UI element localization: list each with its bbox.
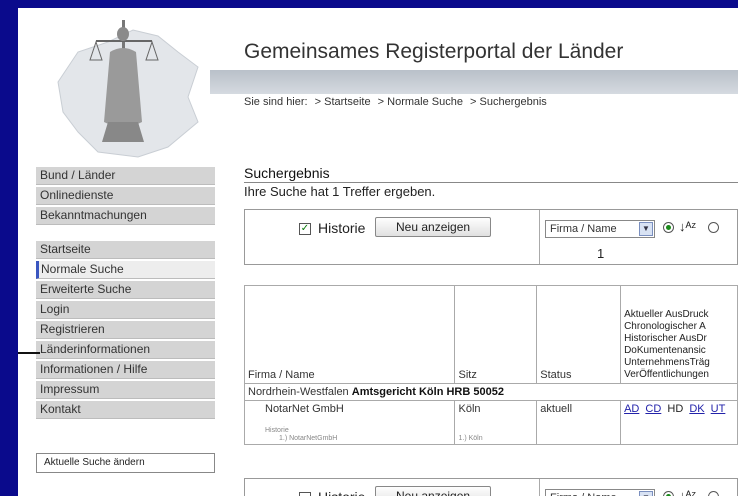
doc-link-ad[interactable]: AD xyxy=(624,403,639,415)
table-row: NotarNet GmbH Historie 1.) NotarNetGmbH … xyxy=(243,400,738,445)
page: Gemeinsames Registerportal der Länder Si… xyxy=(18,8,738,496)
sidebar-item-bekanntmachungen[interactable]: Bekanntmachungen xyxy=(36,207,215,225)
results-heading: Suchergebnis xyxy=(244,165,330,181)
toolbar-separator xyxy=(539,210,540,264)
column-header-status: Status xyxy=(536,285,622,384)
sitz-cell: Köln 1.) Köln xyxy=(454,400,538,445)
court-register: Amtsgericht Köln HRB 50052 xyxy=(351,386,504,398)
status-cell: aktuell xyxy=(536,400,622,445)
results-toolbar-bottom: Historie Neu anzeigen Firma / Name ▼ ↓ᴬᶻ xyxy=(244,478,738,496)
justitia-logo xyxy=(57,20,199,158)
sidebar-item-onlinedienste[interactable]: Onlinedienste xyxy=(36,187,215,205)
doc-type-dk: DoKumentenansic xyxy=(624,345,706,356)
sidebar-item-impressum[interactable]: Impressum xyxy=(36,381,215,399)
breadcrumb-prefix: Sie sind hier: xyxy=(244,96,308,108)
document-links-cell: AD CD HD DK UT xyxy=(620,400,738,445)
doc-type-ut: UnternehmensTräg xyxy=(624,357,710,368)
toolbar-separator-bottom xyxy=(539,479,540,496)
breadcrumb: Sie sind hier: > Startseite > Normale Su… xyxy=(244,96,551,108)
sort-ascending-radio-bottom[interactable] xyxy=(663,491,674,496)
doc-link-cd[interactable]: CD xyxy=(645,403,661,415)
sort-select-value-bottom: Firma / Name xyxy=(550,492,617,496)
column-header-sitz: Sitz xyxy=(454,285,538,384)
sort-ascending-icon: ↓ᴬᶻ xyxy=(679,488,697,496)
heading-divider xyxy=(244,182,738,183)
show-button[interactable]: Neu anzeigen xyxy=(375,217,492,237)
doc-type-vo: VerÖffentlichungen xyxy=(624,369,709,380)
breadcrumb-suchergebnis: > Suchergebnis xyxy=(470,96,547,108)
sidebar-item-erweiterte-suche[interactable]: Erweiterte Suche xyxy=(36,281,215,299)
sidebar-item-kontakt[interactable]: Kontakt xyxy=(36,401,215,419)
doc-link-dk[interactable]: DK xyxy=(689,403,704,415)
results-table: Firma / Name Sitz Status Aktueller AusDr… xyxy=(243,285,738,445)
sort-ascending-radio[interactable] xyxy=(663,222,674,233)
sidebar-group-top: Bund / Länder Onlinedienste Bekanntmachu… xyxy=(36,167,215,227)
sort-select-bottom[interactable]: Firma / Name ▼ xyxy=(545,489,655,496)
history-name: 1.) NotarNetGmbH xyxy=(279,435,338,442)
company-sitz: Köln xyxy=(458,403,481,415)
page-number[interactable]: 1 xyxy=(597,246,604,261)
company-status: aktuell xyxy=(540,403,573,415)
sidebar-group-main: Startseite Normale Suche Erweiterte Such… xyxy=(36,241,215,421)
history-sitz: 1.) Köln xyxy=(458,435,483,442)
history-label: Historie xyxy=(265,427,289,434)
sidebar-item-informationen-hilfe[interactable]: Informationen / Hilfe xyxy=(36,361,215,379)
sidebar-item-laenderinformationen[interactable]: Länderinformationen xyxy=(36,341,215,359)
doc-link-ut[interactable]: UT xyxy=(711,403,726,415)
chevron-down-icon[interactable]: ▼ xyxy=(639,222,653,236)
sort-descending-radio[interactable] xyxy=(708,222,719,233)
historie-checkbox[interactable]: ✓ xyxy=(299,223,311,235)
header-band xyxy=(210,70,738,94)
column-header-firma: Firma / Name xyxy=(243,285,456,384)
breadcrumb-normale-suche[interactable]: > Normale Suche xyxy=(378,96,463,108)
chevron-down-icon[interactable]: ▼ xyxy=(639,491,653,496)
divider-line xyxy=(18,352,40,354)
historie-label-bottom: Historie xyxy=(318,489,365,496)
sidebar-item-login[interactable]: Login xyxy=(36,301,215,319)
doc-type-cd: Chronologischer A xyxy=(624,321,706,332)
company-name: NotarNet GmbH xyxy=(265,403,344,415)
doc-type-ad: Aktueller AusDruck xyxy=(624,309,709,320)
sidebar-item-startseite[interactable]: Startseite xyxy=(36,241,215,259)
company-cell: NotarNet GmbH Historie 1.) NotarNetGmbH xyxy=(243,400,456,445)
sort-ascending-icon: ↓ᴬᶻ xyxy=(679,219,697,234)
doc-type-hd: Historischer AusDr xyxy=(624,333,707,344)
results-toolbar: ✓ Historie Neu anzeigen Firma / Name ▼ ↓… xyxy=(244,209,738,265)
show-button-bottom[interactable]: Neu anzeigen xyxy=(375,486,492,496)
breadcrumb-startseite[interactable]: > Startseite xyxy=(315,96,371,108)
court-state: Nordrhein-Westfalen xyxy=(248,386,349,398)
sidebar-item-bund-laender[interactable]: Bund / Länder xyxy=(36,167,215,185)
sort-select-value: Firma / Name xyxy=(550,223,617,235)
sort-descending-radio-bottom[interactable] xyxy=(708,491,719,496)
historie-label: Historie xyxy=(318,220,366,236)
sort-select[interactable]: Firma / Name ▼ xyxy=(545,220,655,238)
court-row: Nordrhein-Westfalen Amtsgericht Köln HRB… xyxy=(244,383,738,401)
column-header-documents: Aktueller AusDruck Chronologischer A His… xyxy=(620,285,738,384)
historie-checkbox-bottom[interactable] xyxy=(299,492,311,496)
change-search-button[interactable]: Aktuelle Suche ändern xyxy=(36,453,215,473)
sidebar-item-registrieren[interactable]: Registrieren xyxy=(36,321,215,339)
doc-link-hd: HD xyxy=(667,403,684,415)
sidebar-item-normale-suche[interactable]: Normale Suche xyxy=(36,261,215,279)
page-title: Gemeinsames Registerportal der Länder xyxy=(244,40,624,63)
hits-count-text: Ihre Suche hat 1 Treffer ergeben. xyxy=(244,184,436,199)
